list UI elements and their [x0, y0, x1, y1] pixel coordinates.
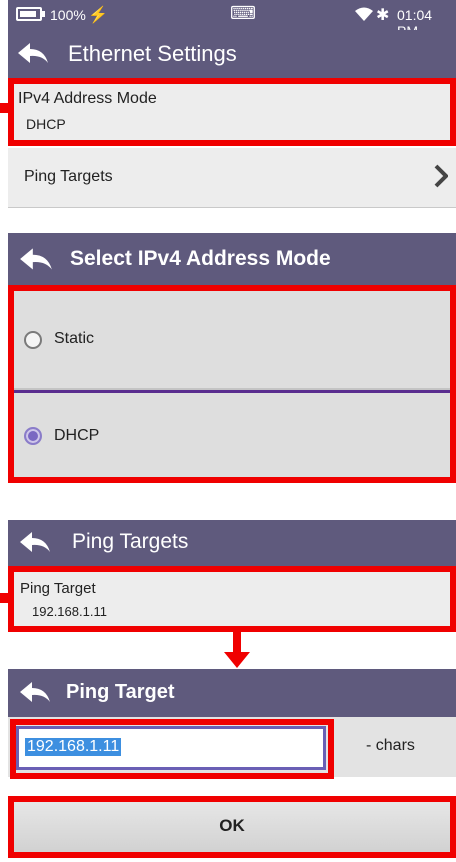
- back-arrow-icon[interactable]: [18, 246, 54, 279]
- ping-targets-label: Ping Targets: [24, 168, 113, 185]
- chars-counter: - chars: [366, 737, 415, 754]
- select-ipv4-mode-header: Select IPv4 Address Mode: [8, 233, 456, 285]
- dialog-title: Ping Target: [66, 681, 175, 703]
- ping-target-dialog-header: Ping Target: [8, 669, 456, 717]
- options-highlight-box: [8, 285, 456, 483]
- bluetooth-icon: ✱: [376, 7, 390, 24]
- chevron-right-icon: [434, 164, 449, 193]
- page-title: Ethernet Settings: [68, 41, 237, 66]
- input-highlight-box: [10, 719, 334, 779]
- wifi-icon: [354, 6, 374, 26]
- ethernet-settings-header: Ethernet Settings: [8, 30, 456, 78]
- ipv4-highlight-box: [8, 78, 456, 146]
- ping-targets-row[interactable]: Ping Targets: [8, 148, 456, 208]
- charging-icon: ⚡: [88, 7, 108, 24]
- back-arrow-icon[interactable]: [16, 41, 50, 72]
- dialog-title: Select IPv4 Address Mode: [70, 247, 331, 270]
- ping-targets-header: Ping Targets: [8, 520, 456, 566]
- back-arrow-icon[interactable]: [18, 530, 52, 561]
- battery-icon: [16, 7, 42, 21]
- ping-target-highlight-box: [8, 566, 456, 632]
- back-arrow-icon[interactable]: [18, 680, 52, 711]
- callout-connector: [0, 593, 14, 603]
- keyboard-icon: ⌨: [230, 3, 256, 23]
- battery-percent: 100%: [50, 7, 86, 23]
- ok-highlight-box: [8, 796, 456, 858]
- status-bar: 100% ⚡ ⌨ ✱ 01:04 PM: [8, 0, 456, 39]
- page-title: Ping Targets: [72, 530, 189, 553]
- callout-connector: [0, 103, 14, 113]
- down-arrow-icon: [224, 632, 250, 673]
